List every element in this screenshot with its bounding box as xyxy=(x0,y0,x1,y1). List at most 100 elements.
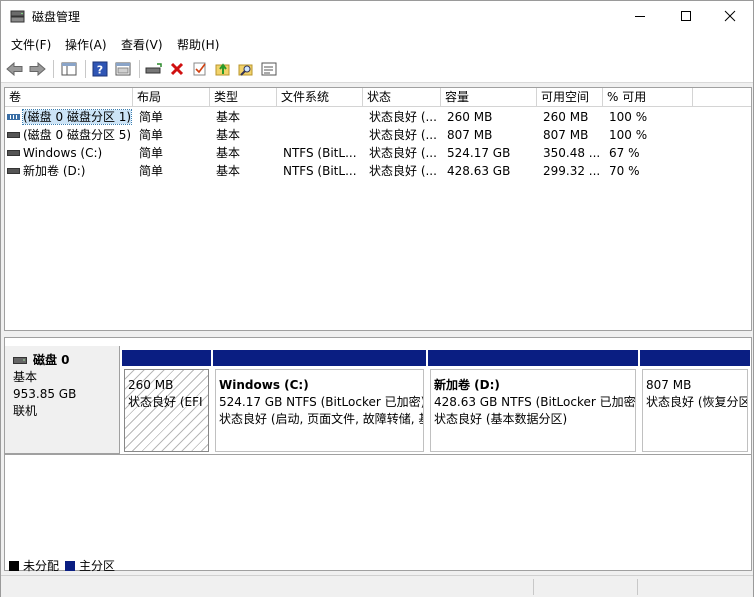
up-folder-icon xyxy=(215,63,230,76)
volume-icon xyxy=(7,131,20,138)
show-hide-pane-button[interactable] xyxy=(113,59,133,79)
partition-size: 428.63 GB NTFS (BitLocker 已加密) xyxy=(434,395,636,409)
check-button[interactable] xyxy=(190,59,210,79)
column-header-capacity[interactable]: 容量 xyxy=(441,88,537,107)
forward-icon xyxy=(29,62,46,76)
delete-icon xyxy=(170,62,184,76)
partition-windows-c[interactable]: Windows (C:) 524.17 GB NTFS (BitLocker 已… xyxy=(213,350,426,454)
title-bar: 磁盘管理 xyxy=(1,1,753,31)
disk-icon xyxy=(13,357,27,364)
console-tree-icon xyxy=(61,62,77,76)
search-folder-button[interactable] xyxy=(236,59,256,79)
disk-graphical-view[interactable]: 磁盘 0 基本 953.85 GB 联机 260 MB 状态良好 (EFI Wi… xyxy=(4,337,752,571)
status-bar xyxy=(1,575,753,597)
volume-row[interactable]: Windows (C:) 简单 基本 NTFS (BitL... 状态良好 (.… xyxy=(5,144,751,162)
disk-size: 953.85 GB xyxy=(13,387,77,401)
help-button[interactable]: ? xyxy=(90,59,110,79)
partition-bar xyxy=(640,350,750,366)
toolbar: ? xyxy=(1,55,753,83)
volume-list[interactable]: 卷 布局 类型 文件系统 状态 容量 可用空间 % 可用 (磁盘 0 磁盘分区 … xyxy=(4,87,752,331)
partition-status: 状态良好 (启动, 页面文件, 故障转储, 基 xyxy=(219,412,424,426)
partition-bar xyxy=(213,350,426,366)
column-header-free-space[interactable]: 可用空间 xyxy=(537,88,603,107)
volume-status: 状态良好 (... xyxy=(369,110,437,124)
volume-name: 新加卷 (D:) xyxy=(23,164,86,178)
disk-row-divider xyxy=(5,454,751,455)
volume-status: 状态良好 (... xyxy=(369,128,437,142)
column-header-percent-free[interactable]: % 可用 xyxy=(603,88,693,107)
legend-swatch-unallocated xyxy=(9,560,19,571)
volume-type: 基本 xyxy=(216,164,241,178)
volume-free-space: 350.48 ... xyxy=(543,146,601,160)
status-bar-separator xyxy=(637,579,638,595)
connect-disk-button[interactable] xyxy=(144,59,164,79)
volume-row[interactable]: (磁盘 0 磁盘分区 1) 简单 基本 状态良好 (... 260 MB 260… xyxy=(5,108,751,126)
delete-button[interactable] xyxy=(167,59,187,79)
disk-type: 基本 xyxy=(13,370,38,384)
maximize-button[interactable] xyxy=(663,1,709,31)
volume-layout: 简单 xyxy=(139,146,164,160)
legend-label-primary: 主分区 xyxy=(79,559,116,573)
volume-name-cell: 新加卷 (D:) xyxy=(5,162,133,180)
partition-efi[interactable]: 260 MB 状态良好 (EFI xyxy=(122,350,211,454)
volume-free-space: 807 MB xyxy=(543,128,589,142)
partition-size: 807 MB xyxy=(646,378,692,392)
volume-row[interactable]: (磁盘 0 磁盘分区 5) 简单 基本 状态良好 (... 807 MB 807… xyxy=(5,126,751,144)
partition-body: 260 MB 状态良好 (EFI xyxy=(124,369,209,452)
partition-status: 状态良好 (EFI xyxy=(128,395,203,409)
close-button[interactable] xyxy=(707,1,753,31)
partition-size: 260 MB xyxy=(128,378,174,392)
up-folder-button[interactable] xyxy=(213,59,233,79)
properties-icon xyxy=(261,62,277,76)
search-folder-icon xyxy=(238,64,253,76)
volume-capacity: 260 MB xyxy=(447,110,493,124)
volume-capacity: 524.17 GB xyxy=(447,146,511,160)
toolbar-separator xyxy=(85,60,86,78)
window-title: 磁盘管理 xyxy=(32,10,81,24)
legend-swatch-primary xyxy=(65,560,76,571)
volume-layout: 简单 xyxy=(139,110,164,124)
volume-type: 基本 xyxy=(216,110,241,124)
partition-bar xyxy=(122,350,211,366)
legend: 未分配 主分区 xyxy=(9,557,115,574)
volume-row[interactable]: 新加卷 (D:) 简单 基本 NTFS (BitL... 状态良好 (... 4… xyxy=(5,162,751,180)
volume-filesystem xyxy=(279,108,363,126)
forward-button[interactable] xyxy=(27,59,47,79)
column-header-layout[interactable]: 布局 xyxy=(133,88,210,107)
menu-file[interactable]: 文件(F) xyxy=(11,36,51,53)
disk-info[interactable]: 磁盘 0 基本 953.85 GB 联机 xyxy=(5,346,120,454)
minimize-icon xyxy=(635,16,645,17)
disk-management-app-icon xyxy=(10,10,25,23)
column-header-type[interactable]: 类型 xyxy=(210,88,277,107)
volume-icon xyxy=(7,167,20,174)
partition-name: 新加卷 (D:) xyxy=(434,378,500,392)
menu-bar: 文件(F) 操作(A) 查看(V) 帮助(H) xyxy=(1,31,753,55)
volume-capacity: 807 MB xyxy=(447,128,493,142)
column-header-status[interactable]: 状态 xyxy=(363,88,441,107)
volume-filesystem: NTFS (BitL... xyxy=(283,164,357,178)
menu-action[interactable]: 操作(A) xyxy=(65,36,107,53)
menu-help[interactable]: 帮助(H) xyxy=(177,36,219,53)
back-button[interactable] xyxy=(5,59,25,79)
partition-status: 状态良好 (基本数据分区) xyxy=(434,412,568,426)
volume-status: 状态良好 (... xyxy=(369,146,437,160)
back-icon xyxy=(6,62,23,76)
volume-list-header: 卷 布局 类型 文件系统 状态 容量 可用空间 % 可用 xyxy=(5,88,751,107)
disk-state: 联机 xyxy=(13,404,38,418)
partition-body: 新加卷 (D:) 428.63 GB NTFS (BitLocker 已加密) … xyxy=(430,369,636,452)
partition-recovery[interactable]: 807 MB 状态良好 (恢复分区) xyxy=(640,350,750,454)
column-header-filesystem[interactable]: 文件系统 xyxy=(277,88,363,107)
minimize-button[interactable] xyxy=(617,1,663,31)
toolbar-separator xyxy=(53,60,54,78)
partition-bar xyxy=(428,350,638,366)
legend-label-unallocated: 未分配 xyxy=(23,559,60,573)
column-header-volume[interactable]: 卷 xyxy=(5,88,133,107)
properties-button[interactable] xyxy=(259,59,279,79)
maximize-icon xyxy=(681,11,691,21)
partition-new-volume-d[interactable]: 新加卷 (D:) 428.63 GB NTFS (BitLocker 已加密) … xyxy=(428,350,638,454)
disk-name: 磁盘 0 xyxy=(33,353,70,367)
menu-view[interactable]: 查看(V) xyxy=(121,36,163,53)
console-tree-button[interactable] xyxy=(59,59,79,79)
check-icon xyxy=(193,62,206,76)
volume-filesystem: NTFS (BitL... xyxy=(283,146,357,160)
